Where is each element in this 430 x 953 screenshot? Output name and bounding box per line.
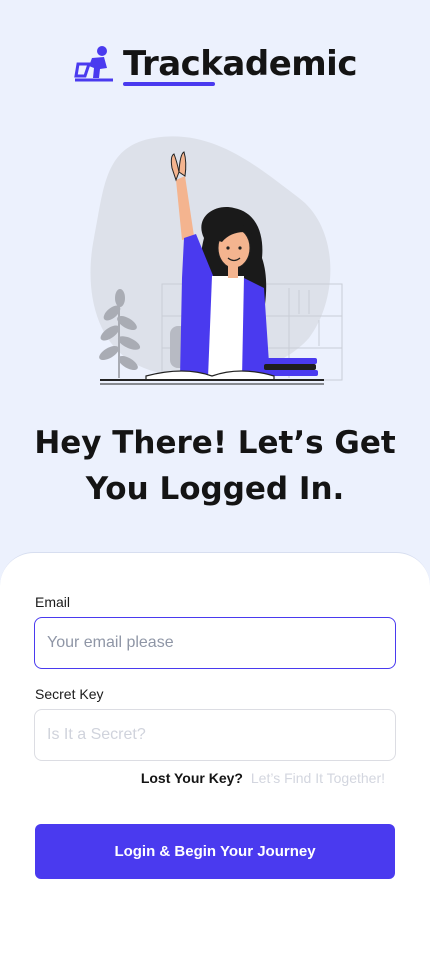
brand-logo: Trackademic — [0, 42, 430, 86]
student-raising-hand-illustration — [90, 136, 343, 385]
email-label: Email — [35, 594, 71, 610]
running-student-icon — [74, 46, 113, 82]
page-title: Hey There! Let’s Get You Logged In. — [0, 420, 430, 512]
title-line-2: You Logged In. — [85, 471, 345, 507]
forgot-password-question: Lost Your Key? — [140, 770, 243, 786]
email-field[interactable] — [34, 617, 396, 669]
forgot-password-row: Lost Your Key? Let’s Find It Together! — [141, 770, 385, 786]
brand-underline — [122, 82, 215, 86]
brand-name: Trackademic — [122, 44, 358, 86]
password-label: Secret Key — [35, 686, 104, 702]
title-line-1: Hey There! Let’s Get — [34, 425, 396, 461]
login-button[interactable]: Login & Begin Your Journey — [35, 824, 395, 879]
forgot-password-link[interactable]: Let’s Find It Together! — [251, 770, 385, 786]
password-field[interactable] — [34, 709, 396, 761]
